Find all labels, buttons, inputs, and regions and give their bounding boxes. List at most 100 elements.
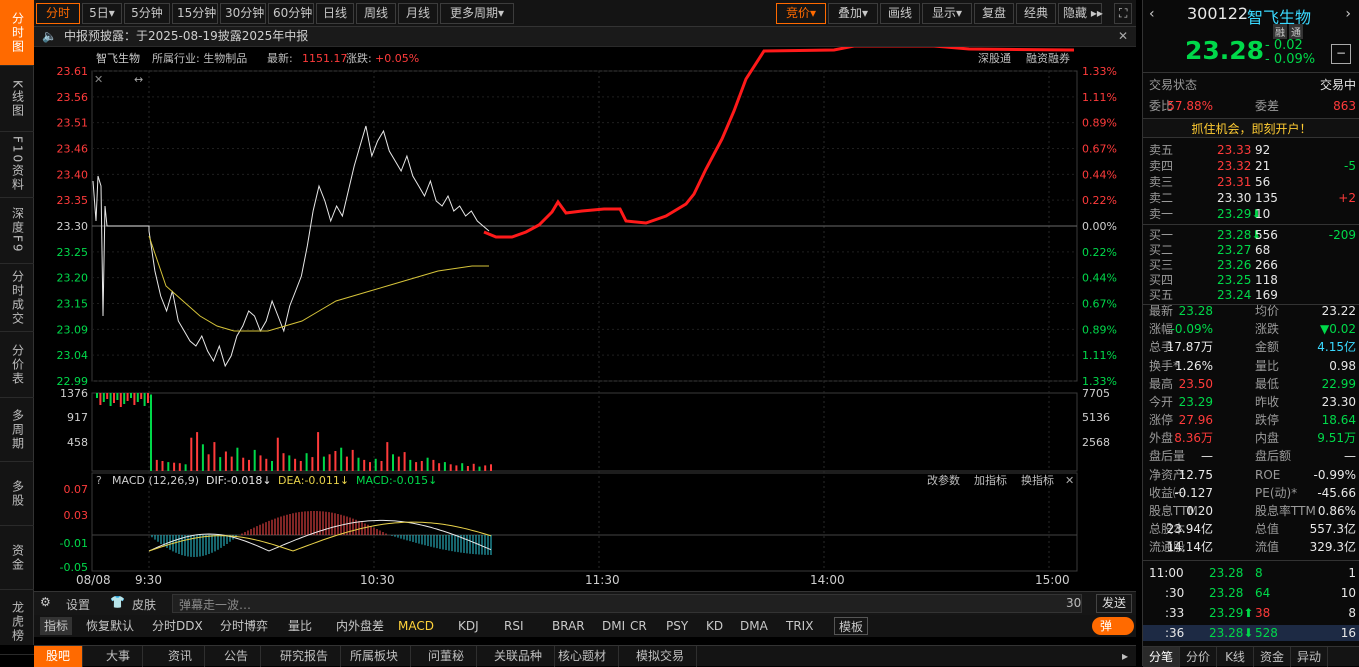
- tool-button-2[interactable]: 画线: [880, 3, 920, 24]
- indicator-tab-6[interactable]: MACD: [398, 617, 434, 635]
- period-button-5[interactable]: 60分钟: [268, 3, 314, 24]
- macd-close-icon[interactable]: ✕: [1065, 474, 1074, 487]
- next-stock-icon[interactable]: ›: [1345, 6, 1351, 22]
- skin-icon[interactable]: 👕: [110, 595, 125, 609]
- nav-item-8[interactable]: 资金: [0, 526, 34, 590]
- period-button-2[interactable]: 5分钟: [124, 3, 170, 24]
- link-margin[interactable]: 融资融券: [1026, 51, 1070, 65]
- bid-row[interactable]: 买二 23.27 68: [1143, 242, 1359, 258]
- period-button-3[interactable]: 15分钟: [172, 3, 218, 24]
- nav-item-7[interactable]: 多股: [0, 462, 34, 526]
- ask-change: -5: [1344, 159, 1356, 173]
- fullscreen-icon[interactable]: ⛶: [1114, 3, 1132, 24]
- volume-bar: [340, 447, 343, 471]
- nav-item-5[interactable]: 分价表: [0, 332, 34, 398]
- send-button[interactable]: 发送: [1096, 594, 1132, 613]
- settings-icon[interactable]: ⚙: [40, 595, 51, 609]
- indicator-tab-13[interactable]: KD: [706, 617, 723, 635]
- period-button-1[interactable]: 5日▾: [82, 3, 122, 24]
- close-info-icon[interactable]: ✕: [1118, 27, 1128, 46]
- resize-icon[interactable]: ↔: [134, 73, 143, 86]
- ask-row[interactable]: 卖一 23.29⬇ 10: [1143, 206, 1359, 222]
- stat-value: 23.30: [1321, 395, 1356, 409]
- page-tab-6[interactable]: 问董秘: [416, 646, 478, 667]
- settings-button[interactable]: 设置: [66, 596, 90, 613]
- macd-link-0[interactable]: 改参数: [927, 473, 960, 487]
- scroll-right-icon[interactable]: ▸: [1110, 646, 1140, 667]
- skin-button[interactable]: 皮肤: [132, 596, 156, 613]
- page-tab-9[interactable]: 模拟交易: [624, 646, 698, 667]
- indicator-tab-9[interactable]: BRAR: [552, 617, 585, 635]
- macd-help-icon[interactable]: ?: [96, 474, 102, 487]
- ask-row[interactable]: 卖二 23.30 135 +2: [1143, 190, 1359, 206]
- period-button-9[interactable]: 更多周期▾: [440, 3, 514, 24]
- chart-latest-label: 最新:: [267, 51, 293, 65]
- period-button-8[interactable]: 月线: [398, 3, 438, 24]
- link-shengutong[interactable]: 深股通: [978, 52, 1011, 65]
- macd-link-1[interactable]: 加指标: [974, 473, 1007, 487]
- tool-button-0[interactable]: 竞价▾: [776, 3, 826, 24]
- quote-tab-0[interactable]: 分笔: [1143, 647, 1180, 667]
- bid-row[interactable]: 买五 23.24 169: [1143, 287, 1359, 303]
- tool-button-3[interactable]: 显示▾: [922, 3, 972, 24]
- period-button-0[interactable]: 分时: [36, 3, 80, 24]
- indicator-tab-14[interactable]: DMA: [740, 617, 768, 635]
- page-tab-5[interactable]: 所属板块: [338, 646, 412, 667]
- tool-button-6[interactable]: 隐藏 ▸▸: [1058, 3, 1103, 24]
- intraday-chart[interactable]: 智飞生物 所属行业: 生物制品 最新: 1151.17涨跌: +0.05% 深股通 融资融券…: [34, 47, 1136, 591]
- ask-row[interactable]: 卖三 23.31 56: [1143, 174, 1359, 190]
- danmu-toggle[interactable]: 弹: [1092, 617, 1135, 635]
- indicator-tab-4[interactable]: 量比: [288, 617, 312, 635]
- nav-item-0[interactable]: 分时图: [0, 0, 34, 66]
- collapse-icon[interactable]: −: [1331, 44, 1351, 64]
- indicator-tab-5[interactable]: 内外盘差: [336, 617, 384, 635]
- bid-row[interactable]: 买四 23.25 118: [1143, 272, 1359, 288]
- indicator-tab-1[interactable]: 恢复默认: [86, 617, 134, 635]
- indicator-tab-12[interactable]: PSY: [666, 617, 688, 635]
- indicator-tab-8[interactable]: RSI: [504, 617, 524, 635]
- page-tab-3[interactable]: 公告: [212, 646, 262, 667]
- nav-item-9[interactable]: 龙虎榜: [0, 590, 34, 655]
- macd-link-2[interactable]: 换指标: [1021, 473, 1054, 487]
- period-button-7[interactable]: 周线: [356, 3, 396, 24]
- tool-button-1[interactable]: 叠加▾: [828, 3, 878, 24]
- nav-item-3[interactable]: 深度F9: [0, 198, 34, 264]
- indicator-tab-7[interactable]: KDJ: [458, 617, 479, 635]
- page-tab-8[interactable]: 核心题材: [546, 646, 620, 667]
- indicator-tab-3[interactable]: 分时博弈: [220, 617, 268, 635]
- drawn-prediction-line[interactable]: [483, 47, 1075, 239]
- nav-item-2[interactable]: F10资料: [0, 132, 34, 198]
- volume-bar: [478, 466, 481, 471]
- ask-row[interactable]: 卖四 23.32 21 -5: [1143, 158, 1359, 174]
- chart-close-icon[interactable]: ✕: [94, 73, 103, 86]
- danmu-input[interactable]: 弹幕走一波…: [172, 594, 1082, 613]
- ask-label: 卖三: [1149, 175, 1174, 189]
- open-account-link[interactable]: 抓住机会，即刻开户！: [1143, 118, 1359, 138]
- period-button-4[interactable]: 30分钟: [220, 3, 266, 24]
- indicator-tab-10[interactable]: DMI: [602, 617, 625, 635]
- page-tab-0[interactable]: 股吧: [34, 646, 84, 667]
- page-tab-1[interactable]: 大事: [94, 646, 144, 667]
- nav-item-1[interactable]: K线图: [0, 66, 34, 132]
- nav-item-6[interactable]: 多周期: [0, 398, 34, 462]
- quote-tab-4[interactable]: 异动: [1291, 647, 1328, 667]
- quote-tab-3[interactable]: 资金: [1254, 647, 1291, 667]
- quote-tab-1[interactable]: 分价: [1180, 647, 1217, 667]
- ask-row[interactable]: 卖五 23.33 92: [1143, 142, 1359, 158]
- tool-button-4[interactable]: 复盘: [974, 3, 1014, 24]
- indicator-tab-16[interactable]: 模板: [834, 617, 869, 635]
- quote-tab-2[interactable]: K线: [1217, 647, 1254, 667]
- page-tab-4[interactable]: 研究报告: [268, 646, 342, 667]
- period-button-6[interactable]: 日线: [316, 3, 354, 24]
- prev-stock-icon[interactable]: ‹: [1149, 6, 1155, 22]
- indicator-tab-0[interactable]: 指标: [40, 617, 73, 635]
- indicator-tab-2[interactable]: 分时DDX: [152, 617, 203, 635]
- bid-row[interactable]: 买一 23.28⬇ 556 -209: [1143, 227, 1359, 243]
- indicator-tab-15[interactable]: TRIX: [786, 617, 813, 635]
- page-tab-7[interactable]: 关联品种: [482, 646, 556, 667]
- bid-row[interactable]: 买三 23.26 266: [1143, 257, 1359, 273]
- page-tab-2[interactable]: 资讯: [156, 646, 206, 667]
- tool-button-5[interactable]: 经典: [1016, 3, 1056, 24]
- indicator-tab-11[interactable]: CR: [630, 617, 647, 635]
- nav-item-4[interactable]: 分时成交: [0, 264, 34, 332]
